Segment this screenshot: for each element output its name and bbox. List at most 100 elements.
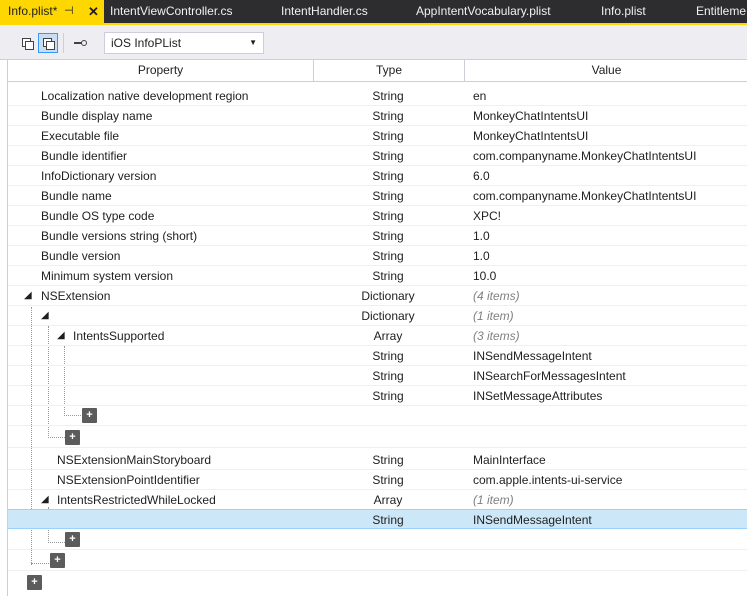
tab-info-plist[interactable]: Info.plist <box>601 0 646 23</box>
add-row: + <box>8 573 747 593</box>
table-row[interactable]: NSExtensionPointIdentifier String com.ap… <box>8 470 747 490</box>
close-icon[interactable]: ✕ <box>88 0 99 23</box>
tab-label: AppIntentVocabulary.plist <box>416 4 551 18</box>
property-type: String <box>372 269 404 283</box>
property-type: String <box>372 473 404 487</box>
table-row[interactable]: String INSearchForMessagesIntent <box>8 366 747 386</box>
tab-app-intent-vocabulary[interactable]: AppIntentVocabulary.plist <box>416 0 551 23</box>
property-type: Array <box>373 493 403 507</box>
tab-label: Info.plist <box>601 4 646 18</box>
property-value: 1.0 <box>473 229 490 243</box>
table-row[interactable]: NSExtensionMainStoryboard String MainInt… <box>8 450 747 470</box>
tab-entitlements[interactable]: Entitleme <box>696 0 746 23</box>
property-name: Bundle OS type code <box>41 209 155 223</box>
tab-intent-view-controller[interactable]: IntentViewController.cs <box>110 0 233 23</box>
key-icon[interactable] <box>74 40 87 46</box>
property-value: MonkeyChatIntentsUI <box>473 129 589 143</box>
tab-label: Info.plist* <box>8 4 58 18</box>
property-name: Bundle name <box>41 189 112 203</box>
property-value: com.companyname.MonkeyChatIntentsUI <box>473 149 697 163</box>
property-type: Array <box>373 329 403 343</box>
property-value: (1 item) <box>473 493 514 507</box>
pin-icon[interactable]: ⊣ <box>64 0 74 23</box>
column-header-value[interactable]: Value <box>465 60 747 81</box>
table-row[interactable]: Bundle version String 1.0 <box>8 246 747 266</box>
property-name: NSExtensionMainStoryboard <box>57 453 212 467</box>
property-value: com.companyname.MonkeyChatIntentsUI <box>473 189 697 203</box>
add-item-icon[interactable]: + <box>65 430 80 445</box>
table-row[interactable]: String INSendMessageIntent <box>8 346 747 366</box>
table-row[interactable]: Bundle OS type code String XPC! <box>8 206 747 226</box>
document-tab-strip: Info.plist* ⊣ ✕ IntentViewController.cs … <box>0 0 747 25</box>
collapse-triangle-icon[interactable]: ◢ <box>41 490 49 510</box>
toolbar-separator <box>63 33 64 53</box>
column-header-type[interactable]: Type <box>314 60 464 81</box>
property-value: en <box>473 89 487 103</box>
property-type: String <box>372 169 404 183</box>
property-name: NSExtensionPointIdentifier <box>57 473 200 487</box>
property-name: IntentsRestrictedWhileLocked <box>57 493 216 507</box>
collapse-triangle-icon[interactable]: ◢ <box>24 286 32 306</box>
table-row[interactable]: ◢ Dictionary (1 item) <box>8 306 747 326</box>
tab-label: IntentViewController.cs <box>110 4 233 18</box>
copy-alt-button[interactable] <box>38 33 58 53</box>
collapse-triangle-icon[interactable]: ◢ <box>41 306 49 326</box>
copy-icon <box>21 37 34 50</box>
property-type: String <box>372 229 404 243</box>
property-value: INSendMessageIntent <box>473 349 592 363</box>
tab-intent-handler[interactable]: IntentHandler.cs <box>281 0 368 23</box>
property-type: String <box>372 189 404 203</box>
property-name: Bundle version <box>41 249 121 263</box>
property-type: String <box>372 89 404 103</box>
property-type: String <box>372 109 404 123</box>
table-row[interactable]: Minimum system version String 10.0 <box>8 266 747 286</box>
table-row[interactable]: Bundle display name String MonkeyChatInt… <box>8 106 747 126</box>
property-name: Bundle identifier <box>41 149 128 163</box>
table-row[interactable]: Bundle name String com.companyname.Monke… <box>8 186 747 206</box>
property-name: Bundle display name <box>41 109 153 123</box>
property-type: String <box>372 249 404 263</box>
table-row[interactable]: ◢ IntentsRestrictedWhileLocked Array (1 … <box>8 490 747 510</box>
property-name: IntentsSupported <box>73 329 165 343</box>
tab-info-plist-modified[interactable]: Info.plist* ⊣ ✕ <box>0 0 104 23</box>
table-row[interactable]: Bundle identifier String com.companyname… <box>8 146 747 166</box>
add-row: + <box>8 406 747 426</box>
property-type: String <box>372 129 404 143</box>
property-value: (4 items) <box>473 289 520 303</box>
chevron-down-icon: ▼ <box>249 38 257 47</box>
property-name: Bundle versions string (short) <box>41 229 198 243</box>
table-row[interactable]: Bundle versions string (short) String 1.… <box>8 226 747 246</box>
add-row: + <box>8 530 747 550</box>
plist-toolbar: iOS InfoPList ▼ <box>0 25 747 60</box>
table-row[interactable]: Localization native development region S… <box>8 86 747 106</box>
plist-schema-value: iOS InfoPList <box>111 36 182 50</box>
collapse-triangle-icon[interactable]: ◢ <box>57 326 65 346</box>
add-item-icon[interactable]: + <box>65 532 80 547</box>
property-type: String <box>372 369 404 383</box>
property-value: INSearchForMessagesIntent <box>473 369 626 383</box>
table-row[interactable]: ◢ IntentsSupported Array (3 items) <box>8 326 747 346</box>
property-value: MainInterface <box>473 453 546 467</box>
property-value: INSendMessageIntent <box>473 513 592 527</box>
column-header-property[interactable]: Property <box>8 60 313 81</box>
table-row[interactable]: String INSetMessageAttributes <box>8 386 747 406</box>
copy-button[interactable] <box>17 33 37 53</box>
add-item-icon[interactable]: + <box>27 575 42 590</box>
add-row: + <box>8 428 747 448</box>
table-row-selected[interactable]: String INSendMessageIntent <box>8 509 747 529</box>
tab-label: Entitleme <box>696 4 747 18</box>
table-row[interactable]: ◢ NSExtension Dictionary (4 items) <box>8 286 747 306</box>
table-row[interactable]: InfoDictionary version String 6.0 <box>8 166 747 186</box>
table-row[interactable]: Executable file String MonkeyChatIntents… <box>8 126 747 146</box>
property-name: Localization native development region <box>41 89 249 103</box>
add-item-icon[interactable]: + <box>82 408 97 423</box>
add-item-icon[interactable]: + <box>50 553 65 568</box>
property-type: String <box>372 209 404 223</box>
property-value: INSetMessageAttributes <box>473 389 603 403</box>
property-name: Executable file <box>41 129 120 143</box>
property-value: MonkeyChatIntentsUI <box>473 109 589 123</box>
copy-icon <box>42 37 55 50</box>
property-value: 6.0 <box>473 169 490 183</box>
plist-schema-dropdown[interactable]: iOS InfoPList ▼ <box>104 32 264 54</box>
property-value: (1 item) <box>473 309 514 323</box>
